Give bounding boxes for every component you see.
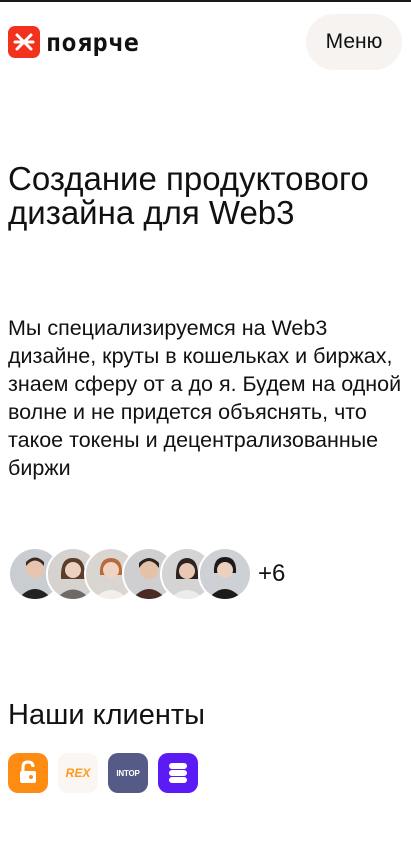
client-lock-logo-icon[interactable]: [8, 753, 48, 793]
client-rex-label: REX: [65, 766, 91, 780]
client-intop-logo[interactable]: INTOP: [108, 753, 148, 793]
logo[interactable]: поярче: [8, 26, 139, 58]
client-intop-label: INTOP: [116, 768, 140, 778]
client-s-logo-icon[interactable]: [158, 753, 198, 793]
team-avatars: +6: [8, 547, 286, 601]
client-logos: REX INTOP: [8, 753, 208, 793]
hero-title: Создание продуктового дизайна для Web3: [8, 160, 369, 231]
header: поярче Меню: [0, 2, 411, 84]
client-rex-logo[interactable]: REX: [58, 753, 98, 793]
hero-description: Мы специализируемся на Web3 дизайне, кру…: [8, 316, 402, 480]
logo-mark-icon: [8, 26, 40, 58]
logo-text: поярче: [46, 27, 140, 57]
avatar: [198, 547, 252, 601]
clients-title: Наши клиенты: [8, 699, 205, 731]
menu-button[interactable]: Меню: [306, 14, 402, 70]
team-more-count: +6: [258, 560, 286, 587]
